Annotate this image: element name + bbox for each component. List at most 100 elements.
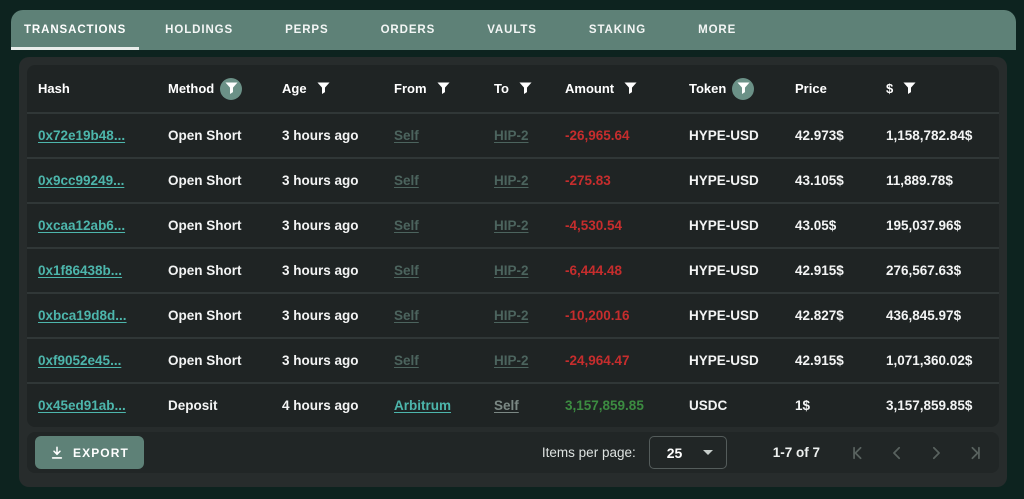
first-page-icon[interactable] (850, 445, 866, 461)
hash-link[interactable]: 0xf9052e45... (27, 353, 157, 368)
column-label: Method (168, 81, 214, 96)
table-body: 0x72e19b48...Open Short3 hours agoSelfHI… (27, 112, 999, 427)
last-page-icon[interactable] (967, 445, 983, 461)
age-cell: 3 hours ago (271, 173, 383, 188)
hash-link[interactable]: 0x72e19b48... (27, 128, 157, 143)
from-link[interactable]: Self (383, 218, 483, 233)
amount-cell: -4,530.54 (554, 218, 678, 233)
column-label: Amount (565, 81, 614, 96)
method-cell: Deposit (157, 398, 271, 413)
price-cell: 42.827$ (784, 308, 875, 323)
hash-link[interactable]: 0xcaa12ab6... (27, 218, 157, 233)
next-page-icon[interactable] (928, 445, 944, 461)
transactions-table: Hash Method Age From To Amount Token Price $ 0x7… (27, 65, 999, 427)
age-cell: 4 hours ago (271, 398, 383, 413)
column-label: $ (886, 81, 893, 96)
to-link[interactable]: HIP-2 (483, 218, 554, 233)
usd-cell: 436,845.97$ (875, 308, 999, 323)
tab-staking[interactable]: STAKING (563, 10, 672, 50)
tab-holdings[interactable]: HOLDINGS (139, 10, 259, 50)
hash-link[interactable]: 0xbca19d8d... (27, 308, 157, 323)
pagination-buttons (850, 445, 983, 461)
column-label: To (494, 81, 509, 96)
amount-cell: -26,965.64 (554, 128, 678, 143)
items-per-page-label: Items per page: (542, 445, 636, 460)
column-label: From (394, 81, 427, 96)
funnel-icon[interactable] (903, 82, 916, 95)
export-button[interactable]: EXPORT (35, 436, 144, 469)
to-link[interactable]: Self (483, 398, 554, 413)
to-link[interactable]: HIP-2 (483, 353, 554, 368)
tab-perps[interactable]: PERPS (259, 10, 355, 50)
column-header-from: From (383, 81, 483, 96)
column-label: Price (795, 81, 827, 96)
method-cell: Open Short (157, 173, 271, 188)
token-cell: USDC (678, 398, 784, 413)
paginator: Items per page: 25 1-7 of 7 (542, 436, 983, 469)
funnel-icon[interactable] (437, 82, 450, 95)
column-header-price: Price (784, 81, 875, 96)
hash-link[interactable]: 0x45ed91ab... (27, 398, 157, 413)
age-cell: 3 hours ago (271, 218, 383, 233)
download-icon (50, 446, 64, 460)
column-header-to: To (483, 81, 554, 96)
from-link[interactable]: Self (383, 353, 483, 368)
to-link[interactable]: HIP-2 (483, 128, 554, 143)
page-range-label: 1-7 of 7 (773, 445, 820, 460)
usd-cell: 1,071,360.02$ (875, 353, 999, 368)
tab-orders[interactable]: ORDERS (355, 10, 462, 50)
column-label: Token (689, 81, 726, 96)
usd-cell: 276,567.63$ (875, 263, 999, 278)
method-cell: Open Short (157, 128, 271, 143)
column-header-token: Token (678, 78, 784, 100)
from-link[interactable]: Self (383, 128, 483, 143)
age-cell: 3 hours ago (271, 353, 383, 368)
column-label: Age (282, 81, 307, 96)
funnel-icon[interactable] (732, 78, 754, 100)
items-per-page-select[interactable]: 25 (649, 436, 727, 469)
token-cell: HYPE-USD (678, 128, 784, 143)
age-cell: 3 hours ago (271, 263, 383, 278)
to-link[interactable]: HIP-2 (483, 308, 554, 323)
table-row: 0xbca19d8d...Open Short3 hours agoSelfHI… (27, 292, 999, 337)
method-cell: Open Short (157, 353, 271, 368)
funnel-icon[interactable] (220, 78, 242, 100)
from-link[interactable]: Self (383, 263, 483, 278)
column-header-usd: $ (875, 81, 999, 96)
hash-link[interactable]: 0x1f86438b... (27, 263, 157, 278)
funnel-icon[interactable] (519, 82, 532, 95)
token-cell: HYPE-USD (678, 353, 784, 368)
funnel-icon[interactable] (624, 82, 637, 95)
column-header-hash: Hash (27, 81, 157, 96)
items-per-page-value: 25 (667, 445, 683, 461)
usd-cell: 3,157,859.85$ (875, 398, 999, 413)
tab-transactions[interactable]: TRANSACTIONS (11, 10, 139, 50)
method-cell: Open Short (157, 308, 271, 323)
age-cell: 3 hours ago (271, 128, 383, 143)
tab-bar: TRANSACTIONSHOLDINGSPERPSORDERSVAULTSSTA… (11, 10, 1016, 50)
usd-cell: 11,889.78$ (875, 173, 999, 188)
table-row: 0x72e19b48...Open Short3 hours agoSelfHI… (27, 112, 999, 157)
column-header-age: Age (271, 81, 383, 96)
previous-page-icon[interactable] (889, 445, 905, 461)
tab-more[interactable]: MORE (672, 10, 762, 50)
from-link[interactable]: Self (383, 308, 483, 323)
price-cell: 42.973$ (784, 128, 875, 143)
to-link[interactable]: HIP-2 (483, 173, 554, 188)
funnel-icon[interactable] (317, 82, 330, 95)
token-cell: HYPE-USD (678, 218, 784, 233)
from-link[interactable]: Self (383, 173, 483, 188)
export-label: EXPORT (73, 446, 129, 460)
table-row: 0x9cc99249...Open Short3 hours agoSelfHI… (27, 157, 999, 202)
price-cell: 1$ (784, 398, 875, 413)
price-cell: 42.915$ (784, 353, 875, 368)
to-link[interactable]: HIP-2 (483, 263, 554, 278)
table-header-row: Hash Method Age From To Amount Token Price $ (27, 65, 999, 112)
amount-cell: -6,444.48 (554, 263, 678, 278)
price-cell: 43.105$ (784, 173, 875, 188)
column-label: Hash (38, 81, 70, 96)
from-link[interactable]: Arbitrum (383, 398, 483, 413)
hash-link[interactable]: 0x9cc99249... (27, 173, 157, 188)
table-row: 0xf9052e45...Open Short3 hours agoSelfHI… (27, 337, 999, 382)
tab-vaults[interactable]: VAULTS (461, 10, 563, 50)
